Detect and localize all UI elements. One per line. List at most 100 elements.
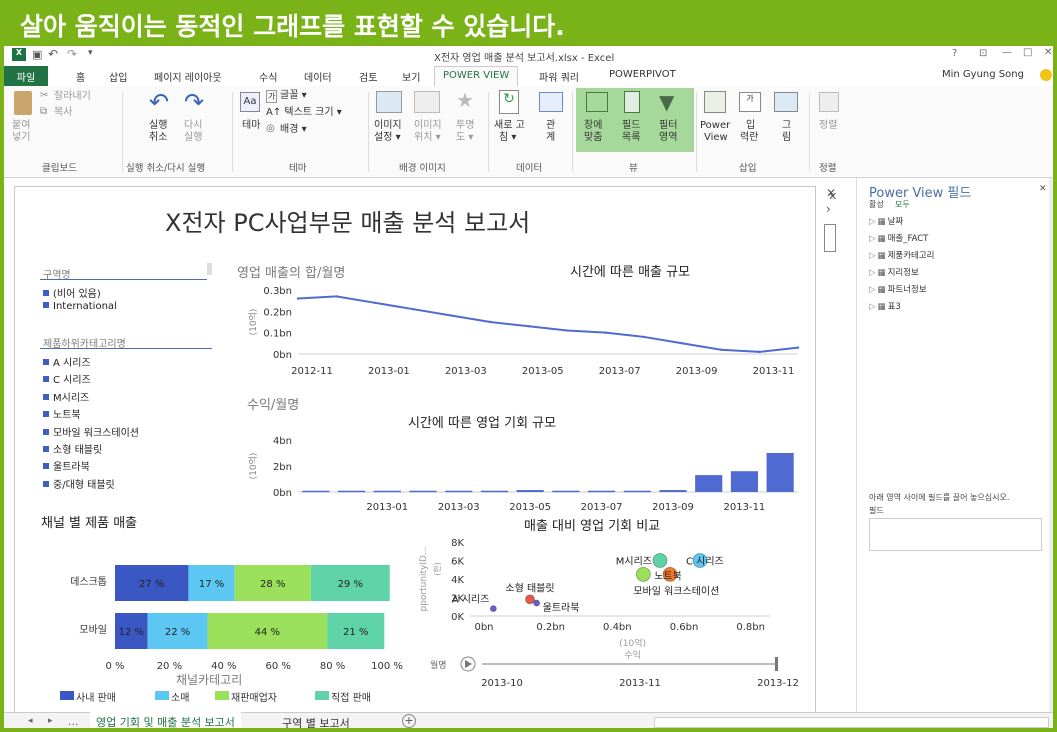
background-button[interactable]: 배경 ▾: [280, 124, 307, 136]
field-drop-area[interactable]: [869, 518, 1042, 551]
tab-power-query[interactable]: 파워 쿼리: [539, 69, 579, 84]
textbox-label-2[interactable]: 력란: [740, 132, 758, 144]
redo-big-icon[interactable]: ↷: [184, 88, 204, 116]
field-table-item[interactable]: ▷ ▦ 제품카테고리: [869, 249, 935, 261]
picture-label-2[interactable]: 림: [782, 132, 791, 144]
paste-icon[interactable]: [14, 91, 32, 115]
product-slicer-item[interactable]: 모바일 워크스테이션: [43, 424, 139, 439]
expand-icon[interactable]: ›: [826, 202, 831, 216]
field-table-item[interactable]: ▷ ▦ 표3: [869, 300, 901, 312]
paste-label-1[interactable]: 붙여: [12, 120, 30, 132]
power-view-canvas[interactable]: X전자 PC사업부문 매출 분석 보고서 구역명 (비어 있음) Interna…: [14, 186, 837, 714]
picture-label-1[interactable]: 그: [782, 120, 791, 132]
add-sheet-icon[interactable]: +: [402, 714, 416, 728]
opportunity-scatter-chart[interactable]: 0K2K4K6K8KpportunityID... (한)0bn 0.2bn 0.4b…: [410, 532, 805, 712]
sheet-tab-active[interactable]: 영업 기회 및 매출 분석 보고서: [90, 712, 241, 728]
relationships-label-2[interactable]: 계: [546, 132, 555, 144]
user-name[interactable]: Min Gyung Song: [942, 69, 1024, 80]
close-field-list-icon[interactable]: ✕: [1039, 184, 1047, 194]
product-slicer-item[interactable]: 노트북: [43, 406, 81, 421]
tab-power-view[interactable]: POWER VIEW: [434, 66, 519, 87]
copy-icon[interactable]: ⧉: [40, 106, 47, 117]
product-slicer-item[interactable]: 중/대형 태블릿: [43, 476, 115, 491]
image-set-label-1[interactable]: 이미지: [374, 120, 402, 132]
theme-icon[interactable]: Aa: [240, 92, 260, 112]
field-table-item[interactable]: ▷ ▦ 지리정보: [869, 266, 919, 278]
sales-line-chart[interactable]: 0bn 0.1bn 0.2bn 0.3bn (10억) 2012-11 2013-01 201…: [220, 282, 800, 397]
smiley-icon[interactable]: [1040, 69, 1052, 81]
image-position-icon[interactable]: [414, 91, 440, 113]
power-view-label-1[interactable]: Power: [700, 120, 730, 132]
tab-home[interactable]: 홈: [76, 69, 85, 84]
filter-pane-icon[interactable]: [824, 224, 836, 252]
font-button[interactable]: 글꼴 ▾: [280, 90, 307, 102]
paste-label-2[interactable]: 넣기: [12, 132, 30, 144]
picture-icon[interactable]: [774, 92, 798, 112]
redo-label-2[interactable]: 실행: [184, 132, 202, 144]
minimize-icon[interactable]: —: [1002, 47, 1012, 58]
filter-area-label-2[interactable]: 영역: [659, 132, 677, 144]
maximize-icon[interactable]: □: [1023, 47, 1032, 58]
tab-page-layout[interactable]: 페이지 레이아웃: [154, 69, 222, 84]
region-slicer-item[interactable]: International: [43, 301, 117, 312]
image-set-label-2[interactable]: 설정 ▾: [374, 132, 401, 144]
refresh-icon[interactable]: ↻: [499, 90, 519, 114]
image-set-icon[interactable]: [376, 91, 402, 113]
product-slicer-item[interactable]: 울트라북: [43, 458, 90, 473]
tab-file[interactable]: 파일: [4, 66, 48, 86]
tab-data[interactable]: 데이터: [304, 69, 332, 84]
transparency-label-1[interactable]: 투명: [456, 120, 474, 132]
field-table-item[interactable]: ▷ ▦ 날짜: [869, 215, 903, 227]
customize-icon[interactable]: ▾: [88, 48, 93, 58]
save-icon[interactable]: ▣: [32, 48, 42, 61]
close-icon[interactable]: ✕: [1044, 47, 1052, 58]
relationships-icon[interactable]: [539, 92, 563, 112]
close-filter-icon[interactable]: ✕: [826, 186, 836, 200]
power-view-label-2[interactable]: View: [704, 132, 728, 144]
power-view-icon[interactable]: [704, 91, 726, 113]
more-sheets-icon[interactable]: ...: [68, 715, 79, 728]
arrange-button[interactable]: 정렬: [819, 120, 837, 132]
redo-icon[interactable]: ↷: [67, 47, 77, 61]
refresh-label-1[interactable]: 새로 고: [494, 120, 525, 132]
transparency-label-2[interactable]: 도 ▾: [456, 132, 473, 144]
field-table-item[interactable]: ▷ ▦ 파트너정보: [869, 283, 927, 295]
channel-stacked-chart[interactable]: 데스크톱 27 % 17 % 28 % 29 % 모바일 12 % 22 % 44 % 21 % 0…: [35, 537, 405, 687]
product-slicer-item[interactable]: M시리즈: [43, 389, 89, 404]
image-position-label-1[interactable]: 이미지: [414, 120, 442, 132]
field-table-item[interactable]: ▷ ▦ 매출_FACT: [869, 232, 928, 244]
report-title[interactable]: X전자 PC사업부문 매출 분석 보고서: [165, 203, 530, 238]
slicer-scrollbar[interactable]: [207, 263, 212, 275]
background-icon[interactable]: ◎: [266, 123, 275, 134]
text-size-button[interactable]: A↑ 텍스트 크기 ▾: [266, 107, 342, 119]
textbox-icon[interactable]: 가: [739, 92, 761, 112]
refresh-label-2[interactable]: 침 ▾: [499, 132, 516, 144]
undo-big-icon[interactable]: ↶: [149, 88, 169, 116]
undo-label-1[interactable]: 실행: [149, 120, 167, 132]
fit-to-window-icon[interactable]: [586, 92, 608, 112]
tab-all-fields[interactable]: 모두: [895, 199, 910, 210]
tab-active-fields[interactable]: 활성: [869, 199, 884, 210]
fit-label-2[interactable]: 맞춤: [584, 132, 602, 144]
opportunity-bar-chart[interactable]: 0bn 2bn 4bn (10억) 2013-01 2013-03 2013-05 2013-…: [220, 432, 800, 517]
ribbon-display-icon[interactable]: ⊡: [979, 48, 987, 59]
theme-button[interactable]: 테마: [242, 120, 260, 132]
cut-button[interactable]: 잘라내기: [54, 91, 91, 103]
product-slicer-item[interactable]: A 시리즈: [43, 354, 91, 369]
cut-icon[interactable]: ✂: [40, 90, 48, 101]
region-slicer-item[interactable]: (비어 있음): [43, 285, 101, 300]
tab-formulas[interactable]: 수식: [259, 69, 277, 84]
undo-icon[interactable]: ↶: [48, 47, 58, 61]
textbox-label-1[interactable]: 입: [746, 120, 755, 132]
redo-label-1[interactable]: 다시: [184, 120, 202, 132]
tab-view[interactable]: 보기: [402, 69, 420, 84]
horizontal-scrollbar[interactable]: [654, 717, 1049, 728]
tab-insert[interactable]: 삽입: [109, 69, 127, 84]
image-position-label-2[interactable]: 위치 ▾: [414, 132, 441, 144]
fit-label-1[interactable]: 창에: [584, 120, 602, 132]
field-list-icon[interactable]: [624, 91, 640, 113]
sheet-tab[interactable]: 구역 별 보고서: [282, 715, 350, 728]
copy-button[interactable]: 복사: [54, 107, 72, 119]
tab-review[interactable]: 검토: [359, 69, 377, 84]
prev-sheet-icon[interactable]: ◂: [28, 716, 33, 726]
